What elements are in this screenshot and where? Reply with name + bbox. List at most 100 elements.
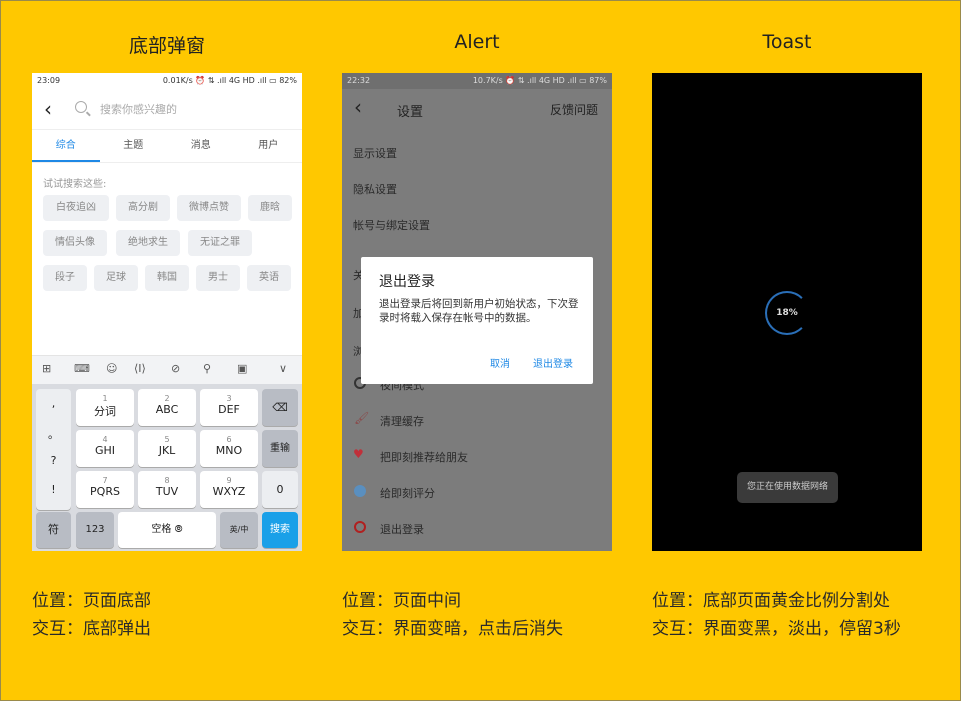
caption-bottom-sheet: 位置：页面底部 交互：底部弹出: [32, 587, 151, 643]
key-9[interactable]: 9 WXYZ: [200, 471, 258, 508]
key-digit: 7: [102, 476, 108, 485]
chip[interactable]: 情侣头像: [43, 230, 107, 256]
tab-users[interactable]: 用户: [235, 130, 303, 162]
back-arrow-icon[interactable]: ‹: [44, 97, 52, 121]
status-bar: 23:09 0.01K/s ⏰ ⇅ .ıll 4G HD .ıll ▭ 82%: [32, 73, 302, 89]
logout-dialog: 退出登录 退出登录后将回到新用户初始状态，下次登录时将载入保存在帐号中的数据。 …: [361, 257, 593, 384]
dialog-title: 退出登录: [379, 274, 435, 290]
status-bar: 22:32 10.7K/s ⏰ ⇅ .ıll 4G HD .ıll ▭ 87%: [342, 73, 612, 89]
phone-toast: 18% 您正在使用数据网络: [652, 73, 922, 551]
chip[interactable]: 足球: [94, 265, 138, 291]
tab-all[interactable]: 综合: [32, 130, 100, 162]
column-title-bottom-sheet: 底部弹窗: [128, 35, 205, 57]
key-0[interactable]: 0: [262, 471, 298, 508]
search-icon[interactable]: ⚲: [203, 362, 211, 375]
tab-topics[interactable]: 主题: [100, 130, 168, 162]
key-label: TUV: [155, 485, 179, 498]
chip[interactable]: 微博点赞: [177, 195, 241, 221]
chip[interactable]: 韩国: [145, 265, 189, 291]
settings-item-logout[interactable]: 退出登录: [380, 521, 424, 537]
keyboard-icon[interactable]: ⌨: [74, 362, 90, 375]
confirm-logout-button[interactable]: 退出登录: [533, 355, 573, 370]
star-icon: [354, 485, 366, 497]
reset-key[interactable]: 重输: [262, 430, 298, 467]
settings-item-recommend[interactable]: 把即刻推荐给朋友: [380, 449, 468, 465]
key-digit: 3: [226, 394, 232, 403]
cancel-button[interactable]: 取消: [490, 355, 510, 370]
brush-icon: 🖌: [354, 411, 370, 425]
back-arrow-icon[interactable]: ‹: [354, 95, 362, 119]
phone-alert: 22:32 10.7K/s ⏰ ⇅ .ıll 4G HD .ıll ▭ 87% …: [342, 73, 612, 551]
key-2[interactable]: 2 ABC: [138, 389, 196, 426]
chip[interactable]: 绝地求生: [116, 230, 180, 256]
caption-position: 位置：底部页面黄金比例分割处: [652, 591, 890, 611]
language-key[interactable]: 英/中: [220, 512, 258, 548]
space-key[interactable]: 空格 ⦾: [118, 512, 216, 548]
key-label: PQRS: [90, 485, 120, 498]
chip[interactable]: 鹿晗: [248, 195, 292, 221]
caption-interaction: 交互：界面变黑，淡出，停留3秒: [652, 619, 901, 639]
status-time: 23:09: [37, 76, 61, 85]
key-7[interactable]: 7 PQRS: [76, 471, 134, 508]
phone-bottom-sheet: 23:09 0.01K/s ⏰ ⇅ .ıll 4G HD .ıll ▭ 82% …: [32, 73, 302, 551]
key-period[interactable]: 。: [36, 426, 71, 442]
chip[interactable]: 英语: [247, 265, 291, 291]
key-4[interactable]: 4 GHI: [76, 430, 134, 467]
key-label: WXYZ: [212, 485, 246, 498]
tab-messages[interactable]: 消息: [167, 130, 235, 162]
key-8[interactable]: 8 TUV: [138, 471, 196, 508]
key-label: DEF: [218, 403, 240, 416]
settings-item-cache[interactable]: 清理缓存: [380, 413, 424, 429]
key-digit: 2: [164, 394, 170, 403]
status-time: 22:32: [347, 76, 371, 85]
caption-interaction: 交互：界面变暗，点击后消失: [342, 619, 563, 639]
chip[interactable]: 男士: [196, 265, 240, 291]
key-1[interactable]: 1 分词: [76, 389, 134, 426]
status-icons: 0.01K/s ⏰ ⇅ .ıll 4G HD .ıll ▭ 82%: [162, 76, 297, 85]
number-key[interactable]: 123: [76, 512, 114, 548]
key-digit: 9: [226, 476, 232, 485]
key-exclaim[interactable]: !: [36, 483, 71, 496]
key-label: MNO: [215, 444, 243, 457]
keyboard-toolbar: ⊞ ⌨ ☺ ⟨I⟩ ⊘ ⚲ ▣ ∨: [32, 355, 302, 384]
settings-item-display[interactable]: 显示设置: [353, 145, 397, 161]
power-icon: [354, 521, 366, 533]
collapse-icon[interactable]: ∨: [279, 362, 287, 375]
suggestion-label: 试试搜索这些:: [43, 179, 107, 190]
settings-item-privacy[interactable]: 隐私设置: [353, 181, 397, 197]
dialog-body: 退出登录后将回到新用户初始状态，下次登录时将载入保存在帐号中的数据。: [379, 298, 579, 324]
search-input[interactable]: 搜索你感兴趣的: [100, 101, 177, 117]
chip[interactable]: 高分剧: [116, 195, 170, 221]
chip[interactable]: 无证之罪: [188, 230, 252, 256]
key-comma[interactable]: ,: [36, 397, 71, 410]
caption-position: 位置：页面中间: [342, 591, 461, 611]
key-label: JKL: [158, 444, 176, 457]
settings-header: ‹ 设置 反馈问题: [342, 89, 612, 129]
column-title-alert: Alert: [454, 31, 500, 53]
search-key[interactable]: 搜索: [262, 512, 298, 548]
caption-position: 位置：页面底部: [32, 591, 151, 611]
key-5[interactable]: 5 JKL: [138, 430, 196, 467]
link-icon[interactable]: ⊘: [171, 362, 180, 375]
grid-icon[interactable]: ⊞: [42, 362, 51, 375]
key-label: GHI: [94, 444, 116, 457]
clipboard-icon[interactable]: ▣: [237, 362, 247, 375]
key-question[interactable]: ?: [36, 454, 71, 467]
cursor-icon[interactable]: ⟨I⟩: [134, 362, 146, 375]
backspace-key[interactable]: ⌫: [262, 389, 298, 426]
key-3[interactable]: 3 DEF: [200, 389, 258, 426]
settings-item-rate[interactable]: 给即刻评分: [380, 485, 435, 501]
emoji-icon[interactable]: ☺: [106, 362, 117, 375]
column-title-toast: Toast: [762, 31, 812, 53]
chip[interactable]: 白夜追凶: [43, 195, 109, 221]
feedback-button[interactable]: 反馈问题: [550, 101, 598, 118]
chip[interactable]: 段子: [43, 265, 87, 291]
punctuation-column: , 。 ? !: [36, 389, 71, 510]
heart-icon: ♥: [353, 447, 364, 461]
page-title: 设置: [397, 105, 424, 120]
settings-item-account[interactable]: 帐号与绑定设置: [353, 217, 430, 233]
search-icon: [75, 101, 87, 113]
key-6[interactable]: 6 MNO: [200, 430, 258, 467]
symbol-key[interactable]: 符: [36, 512, 71, 548]
key-digit: 6: [226, 435, 232, 444]
